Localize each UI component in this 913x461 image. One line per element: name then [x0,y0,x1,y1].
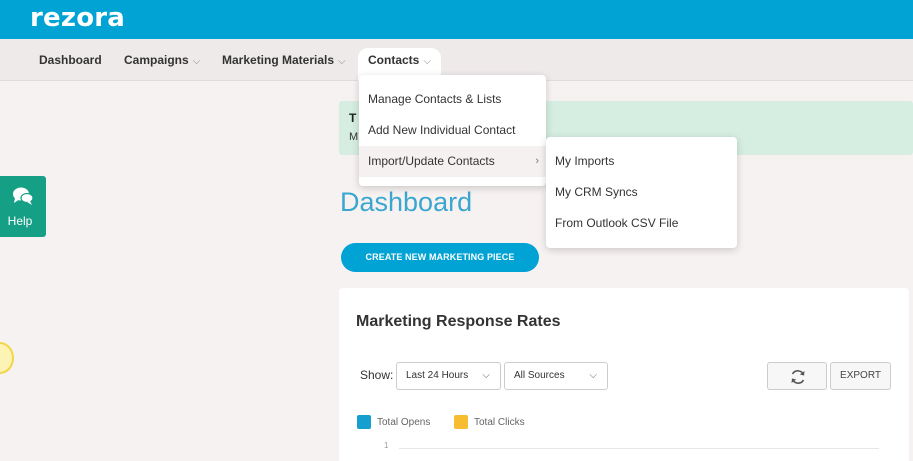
rezora-logo[interactable]: rezora [30,3,125,33]
nav-contacts-label: Contacts [368,53,420,67]
show-label: Show: [360,368,394,382]
y-axis-tick: 1 [384,441,389,450]
banner-title: T [349,111,357,125]
chevron-right-icon: › [535,155,539,167]
menu-item-label: Import/Update Contacts [368,154,495,168]
refresh-button[interactable] [767,362,827,390]
chart-grid-line [399,448,879,449]
menu-item-label: Manage Contacts & Lists [368,92,502,106]
export-button[interactable]: EXPORT [830,362,891,390]
time-range-value: Last 24 Hours [406,370,469,381]
legend-label-clicks: Total Clicks [474,417,525,428]
contacts-dropdown: Manage Contacts & Lists Add New Individu… [359,75,546,186]
create-marketing-piece-button[interactable]: CREATE NEW MARKETING PIECE [341,243,539,272]
submenu-item-label: From Outlook CSV File [555,216,679,230]
chevron-down-icon: ⌵ [423,56,431,67]
legend-label-opens: Total Opens [377,417,431,428]
submenu-item-label: My Imports [555,154,615,168]
chevron-down-icon: ⌵ [338,56,346,67]
nav-campaigns-label: Campaigns [124,53,189,67]
submenu-item-my-imports[interactable]: My Imports [546,146,737,177]
submenu-item-outlook-csv[interactable]: From Outlook CSV File [546,208,737,239]
menu-item-add-contact[interactable]: Add New Individual Contact [359,115,546,146]
source-select[interactable]: All Sources ⌵ [504,362,608,390]
card-title: Marketing Response Rates [356,313,561,330]
help-label: Help [7,214,33,228]
menu-item-label: Add New Individual Contact [368,123,516,137]
legend-swatch-clicks [454,415,468,429]
refresh-icon [791,370,805,384]
help-tab[interactable]: Help [0,176,46,237]
nav-marketing-materials-label: Marketing Materials [222,53,335,67]
nav-marketing-materials[interactable]: Marketing Materials ⌵ [222,39,346,81]
top-bar: rezora [0,0,913,39]
chevron-down-icon: ⌵ [192,56,201,67]
legend-swatch-opens [357,415,371,429]
menu-item-manage-contacts[interactable]: Manage Contacts & Lists [359,84,546,115]
submenu-item-crm-syncs[interactable]: My CRM Syncs [546,177,737,208]
chevron-down-icon: ⌵ [589,370,597,381]
source-value: All Sources [514,370,565,381]
chat-bubbles-icon [13,187,34,205]
submenu-item-label: My CRM Syncs [555,185,638,199]
import-submenu: My Imports My CRM Syncs From Outlook CSV… [546,137,737,248]
marketing-response-card: Marketing Response Rates Show: Last 24 H… [339,288,909,461]
page-title: Dashboard [340,187,473,217]
chevron-down-icon: ⌵ [482,370,490,381]
nav-dashboard-label: Dashboard [39,53,102,67]
banner-text: M [349,131,359,143]
nav-campaigns[interactable]: Campaigns ⌵ [124,39,200,81]
cursor-highlight [0,342,14,374]
menu-item-import-update[interactable]: Import/Update Contacts › [359,146,546,177]
nav-dashboard[interactable]: Dashboard [39,39,102,81]
time-range-select[interactable]: Last 24 Hours ⌵ [396,362,501,390]
